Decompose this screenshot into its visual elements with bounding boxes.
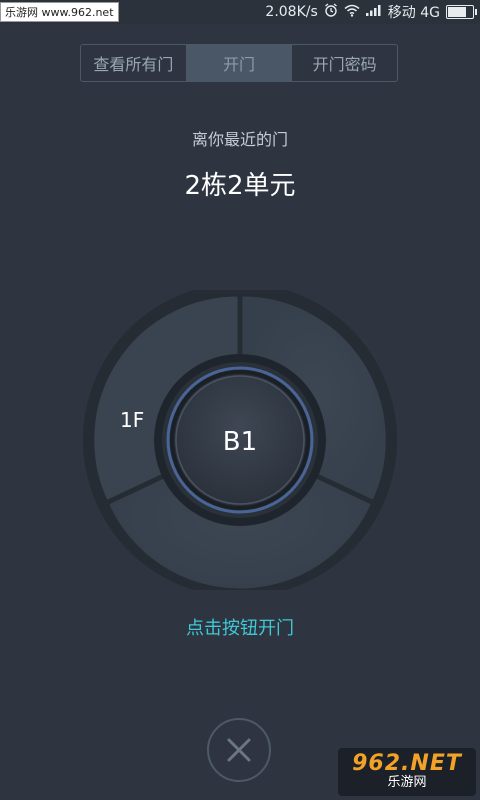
badge-subtitle: 乐游网	[387, 775, 427, 790]
status-bar: 乐游网 www.962.net 2.08K/s 移动 4G	[0, 0, 480, 24]
screen: 乐游网 www.962.net 2.08K/s 移动 4G 查看所有门 开门 开…	[0, 0, 480, 800]
close-icon	[227, 738, 251, 762]
watermark-label: 乐游网 www.962.net	[0, 2, 119, 22]
open-door-hint: 点击按钮开门	[186, 618, 294, 639]
site-watermark-badge: 962.NET 乐游网	[338, 748, 476, 796]
floor-dial: 1F B1	[83, 290, 397, 590]
status-indicators: 2.08K/s 移动 4G	[265, 0, 477, 24]
badge-logo: 962.NET	[352, 751, 462, 776]
floor-label-1f: 1F	[120, 408, 144, 432]
battery-level	[448, 7, 466, 17]
wifi-icon	[344, 4, 360, 21]
tab-bar: 查看所有门 开门 开门密码	[80, 44, 398, 82]
center-floor-label: B1	[223, 427, 257, 457]
close-button[interactable]	[207, 718, 271, 782]
carrier-label: 移动 4G	[387, 5, 440, 21]
tab-open-door[interactable]: 开门	[186, 45, 293, 81]
network-speed: 2.08K/s	[265, 4, 318, 20]
door-name: 2栋2单元	[184, 171, 296, 201]
battery-icon	[446, 5, 477, 19]
signal-icon	[365, 4, 382, 20]
alarm-icon	[324, 3, 338, 21]
nearest-door-label: 离你最近的门	[191, 130, 288, 149]
tab-all-doors[interactable]: 查看所有门	[81, 45, 187, 81]
tab-door-password[interactable]: 开门密码	[292, 45, 397, 81]
